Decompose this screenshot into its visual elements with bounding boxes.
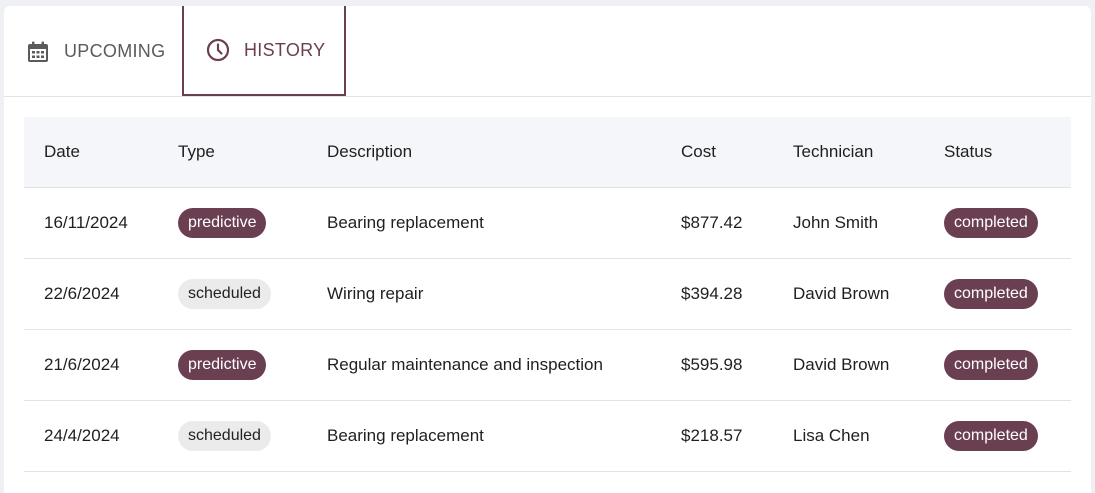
- tab-upcoming[interactable]: UPCOMING: [26, 6, 182, 97]
- table-row[interactable]: 21/6/2024 predictive Regular maintenance…: [24, 329, 1071, 400]
- cell-date: 16/11/2024: [44, 212, 128, 232]
- tab-upcoming-label: UPCOMING: [64, 41, 166, 61]
- cell-description: Bearing replacement: [327, 212, 484, 232]
- type-chip: scheduled: [178, 420, 271, 451]
- cell-technician: David Brown: [793, 354, 890, 374]
- column-header-cost[interactable]: Cost: [661, 117, 773, 187]
- cell-cost: $595.98: [681, 354, 743, 374]
- cell-technician: David Brown: [793, 283, 890, 303]
- cell-date: 21/6/2024: [44, 354, 120, 374]
- cell-description: Bearing replacement: [327, 425, 484, 445]
- cell-description: Regular maintenance and inspection: [327, 354, 603, 374]
- type-chip: predictive: [178, 207, 267, 238]
- status-badge: completed: [944, 278, 1038, 309]
- table-row[interactable]: 16/11/2024 predictive Bearing replacemen…: [24, 187, 1071, 258]
- column-header-technician[interactable]: Technician: [773, 117, 924, 187]
- cell-date: 24/4/2024: [44, 425, 120, 445]
- tab-history-label: HISTORY: [244, 39, 326, 60]
- calendar-icon: [26, 40, 50, 64]
- maintenance-card: UPCOMING HISTORY Date Type Description C…: [4, 6, 1091, 493]
- cell-technician: Lisa Chen: [793, 425, 870, 445]
- cell-cost: $394.28: [681, 283, 743, 303]
- column-header-description[interactable]: Description: [307, 117, 661, 187]
- table-row[interactable]: 22/6/2024 scheduled Wiring repair $394.2…: [24, 258, 1071, 329]
- history-table: Date Type Description Cost Technician St…: [24, 117, 1071, 472]
- clock-icon: [206, 38, 230, 62]
- status-badge: completed: [944, 420, 1038, 451]
- history-table-container: Date Type Description Cost Technician St…: [24, 117, 1071, 472]
- type-chip: predictive: [178, 349, 267, 380]
- table-row[interactable]: 24/4/2024 scheduled Bearing replacement …: [24, 400, 1071, 471]
- cell-cost: $218.57: [681, 425, 743, 445]
- cell-technician: John Smith: [793, 212, 879, 232]
- cell-date: 22/6/2024: [44, 283, 120, 303]
- column-header-status[interactable]: Status: [924, 117, 1071, 187]
- tab-bar: UPCOMING HISTORY: [4, 6, 1091, 97]
- status-badge: completed: [944, 207, 1038, 238]
- status-badge: completed: [944, 349, 1038, 380]
- type-chip: scheduled: [178, 278, 271, 309]
- cell-description: Wiring repair: [327, 283, 424, 303]
- column-header-type[interactable]: Type: [161, 117, 307, 187]
- column-header-date[interactable]: Date: [24, 117, 161, 187]
- tab-history[interactable]: HISTORY: [182, 6, 346, 96]
- table-header-row: Date Type Description Cost Technician St…: [24, 117, 1071, 187]
- cell-cost: $877.42: [681, 212, 743, 232]
